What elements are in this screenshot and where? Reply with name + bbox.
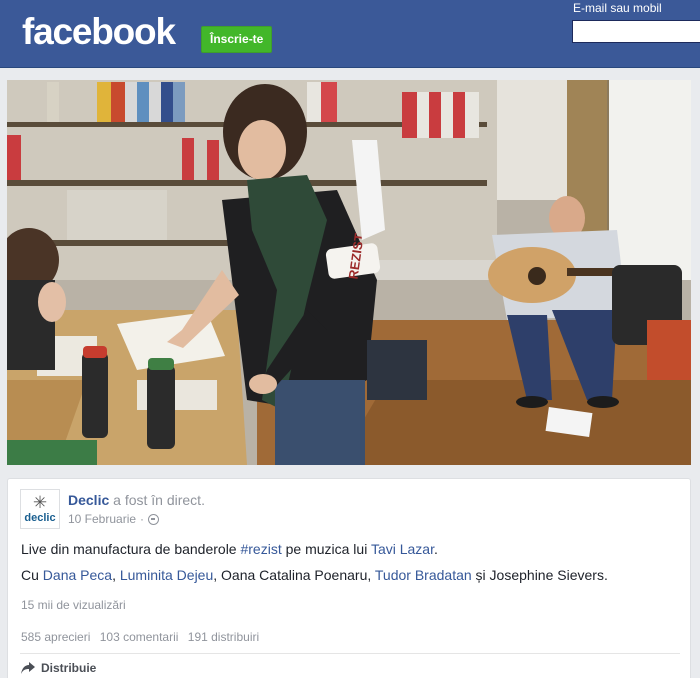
email-input[interactable] (572, 20, 700, 43)
shares-count[interactable]: 191 distribuiri (188, 630, 259, 644)
declic-logo-icon: ✳ (32, 492, 48, 513)
post-meta: 10 Februarie · (68, 512, 160, 526)
tag-link[interactable]: Tudor Bradatan (375, 567, 472, 583)
meta-separator: · (140, 512, 145, 526)
share-icon (21, 662, 35, 674)
globe-icon (148, 513, 160, 525)
post-text-line-1: Live din manufactura de banderole #rezis… (21, 541, 438, 557)
post-text-line-2: Cu Dana Peca, Luminita Dejeu, Oana Catal… (21, 567, 608, 583)
share-label: Distribuie (41, 661, 97, 675)
signup-button[interactable]: Înscrie-te (201, 26, 273, 53)
post-card: ✳ declic Declic a fost în direct. 10 Feb… (7, 478, 691, 678)
divider (20, 653, 680, 654)
email-label: E-mail sau mobil (573, 1, 662, 15)
video-frame: REZIST (7, 80, 691, 465)
page-avatar[interactable]: ✳ declic (20, 489, 60, 529)
text-segment: și Josephine Sievers. (471, 567, 608, 583)
author-name[interactable]: Declic (68, 492, 109, 508)
author-line: Declic a fost în direct. (68, 492, 205, 508)
text-segment: . (434, 541, 438, 557)
comments-count[interactable]: 103 comentarii (100, 630, 179, 644)
text-segment: Live din manufactura de banderole (21, 541, 241, 557)
text-segment: Cu (21, 567, 43, 583)
text-segment: , (112, 567, 120, 583)
facebook-logo[interactable]: facebook (22, 12, 176, 52)
hashtag-link[interactable]: #rezist (240, 541, 281, 557)
video-card: REZIST (0, 68, 700, 472)
tag-link[interactable]: Luminita Dejeu (120, 567, 213, 583)
avatar-wordmark: declic (24, 511, 56, 524)
text-segment: pe muzica lui (281, 541, 371, 557)
text-segment: , Oana Catalina Poenaru, (213, 567, 375, 583)
post-date[interactable]: 10 Februarie (68, 512, 136, 526)
top-bar: facebook Înscrie-te E-mail sau mobil (0, 0, 700, 68)
tag-link[interactable]: Dana Peca (43, 567, 112, 583)
share-button[interactable]: Distribuie (21, 661, 96, 675)
view-count: 15 mii de vizualizări (21, 598, 126, 612)
live-video[interactable]: REZIST (7, 80, 691, 465)
engagement-stats: 585 aprecieri 103 comentarii 191 distrib… (21, 630, 265, 644)
artist-link[interactable]: Tavi Lazar (371, 541, 434, 557)
likes-count[interactable]: 585 aprecieri (21, 630, 90, 644)
author-status: a fost în direct. (113, 492, 205, 508)
